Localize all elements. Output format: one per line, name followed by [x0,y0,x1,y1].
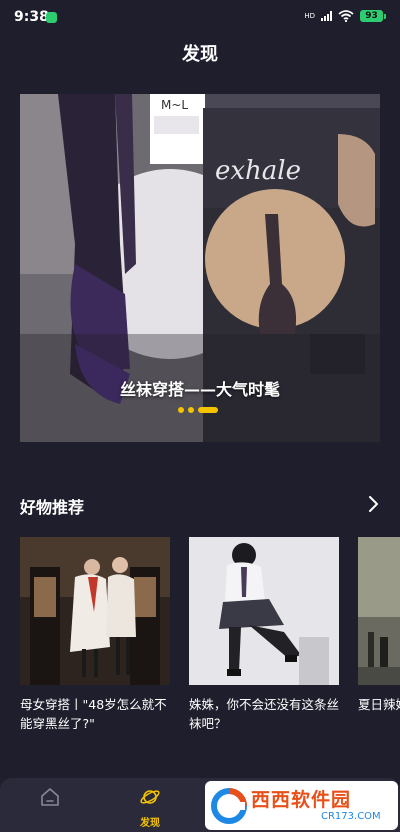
tab-home[interactable] [20,786,80,812]
status-bar: 9:38 HD 93 [0,0,400,36]
card-image [189,537,339,685]
banner-caption: 丝袜穿搭——大气时髦 [119,380,280,399]
watermark-name: 西西软件园 [251,788,352,811]
card-image [20,537,170,685]
tab-discover[interactable]: 发现 [120,786,180,829]
battery-icon: 93 [360,10,386,22]
card-title: 夏日辣妹搭，这 [358,697,400,712]
card-image [358,537,400,685]
home-icon [41,788,59,806]
wifi-icon [338,10,354,22]
watermark-url: CR173.COM [321,810,381,822]
recommend-card[interactable]: 母女穿搭丨"48岁怎么就不能穿黑丝了?" [20,537,170,733]
hd-label: HD [304,11,315,20]
app-notification-icon [46,12,57,23]
carousel-dot [178,407,184,413]
card-title: 母女穿搭丨"48岁怎么就不能穿黑丝了?" [20,697,167,731]
chevron-right-icon[interactable] [366,494,380,514]
status-time: 9:38 [14,9,49,25]
card-title: 姝姝，你不会还没有这条丝袜吧？ [189,697,340,731]
recommend-card[interactable]: 夏日辣妹搭，这 [358,537,400,714]
package-size-text: M~L [161,98,188,112]
carousel-dot-active [198,407,218,413]
status-icons: HD 93 [304,10,386,22]
recommend-card[interactable]: 姝姝，你不会还没有这条丝袜吧？ [189,537,339,733]
watermark-logo-icon [211,787,247,824]
section-title: 好物推荐 [20,498,85,517]
page-title: 发现 [182,44,218,65]
watermark-logo: 西西软件园 CR173.COM [205,781,398,830]
battery-level: 93 [360,10,383,22]
carousel-dot [188,407,194,413]
planet-icon [140,790,160,804]
carousel-indicator [178,407,218,413]
banner-carousel[interactable]: M~L exhale 丝袜穿搭——大气时髦 [20,94,380,442]
brand-text: exhale [215,156,301,186]
cell-signal-icon [321,11,332,21]
section-header: 好物推荐 [20,494,380,517]
tab-label: 发现 [140,818,160,829]
